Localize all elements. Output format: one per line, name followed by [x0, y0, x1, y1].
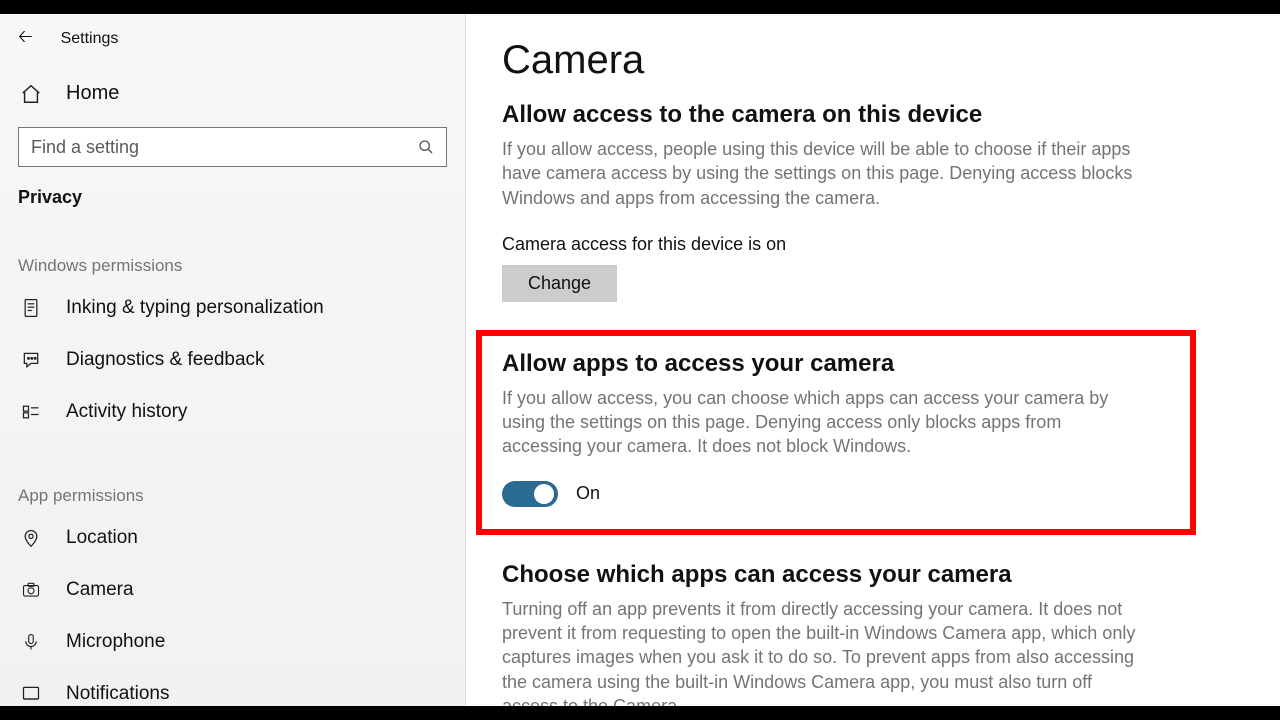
search-input[interactable] — [31, 137, 418, 158]
search-container — [0, 119, 465, 167]
group-windows-permissions: Windows permissions — [0, 208, 465, 282]
home-icon — [20, 83, 42, 105]
letterbox-top — [0, 0, 1280, 14]
back-arrow-icon[interactable]: 🡠 — [18, 24, 33, 54]
nav-item-label: Inking & typing personalization — [66, 297, 324, 319]
search-box[interactable] — [18, 127, 447, 167]
section3-body: Turning off an app prevents it from dire… — [502, 597, 1142, 706]
search-icon — [418, 139, 434, 155]
location-icon — [20, 527, 42, 549]
change-button[interactable]: Change — [502, 265, 617, 302]
category-label: Privacy — [0, 167, 465, 208]
microphone-icon — [20, 631, 42, 653]
history-icon — [20, 401, 42, 423]
sidebar: 🡠 Settings Home Privacy Windows permissi… — [0, 14, 466, 706]
settings-window: 🡠 Settings Home Privacy Windows permissi… — [0, 14, 1280, 706]
toggle-state-label: On — [576, 483, 600, 504]
nav-microphone[interactable]: Microphone — [0, 616, 465, 668]
page-title: Camera — [502, 38, 1250, 83]
nav-item-label: Diagnostics & feedback — [66, 349, 265, 371]
section2-body: If you allow access, you can choose whic… — [502, 386, 1142, 459]
window-title: Settings — [61, 30, 119, 48]
main-content: Camera Allow access to the camera on thi… — [466, 14, 1280, 706]
toggle-knob — [534, 484, 554, 504]
document-icon — [20, 297, 42, 319]
nav-notifications[interactable]: Notifications — [0, 668, 465, 720]
section1-heading: Allow access to the camera on this devic… — [502, 101, 1250, 129]
nav-diagnostics-feedback[interactable]: Diagnostics & feedback — [0, 334, 465, 386]
notifications-icon — [20, 683, 42, 705]
section3-heading: Choose which apps can access your camera — [502, 561, 1182, 589]
titlebar: 🡠 Settings — [0, 20, 465, 68]
highlight-annotation: Allow apps to access your camera If you … — [476, 330, 1196, 535]
section3: Choose which apps can access your camera… — [502, 561, 1182, 706]
nav-item-label: Activity history — [66, 401, 187, 423]
group-app-permissions: App permissions — [0, 438, 465, 512]
nav-item-label: Camera — [66, 579, 134, 601]
camera-access-status: Camera access for this device is on — [502, 234, 1250, 255]
allow-apps-toggle-row: On — [502, 481, 1170, 507]
nav-home[interactable]: Home — [0, 68, 465, 119]
nav-item-label: Notifications — [66, 683, 170, 705]
nav-camera[interactable]: Camera — [0, 564, 465, 616]
camera-icon — [20, 579, 42, 601]
nav-location[interactable]: Location — [0, 512, 465, 564]
feedback-icon — [20, 349, 42, 371]
nav-home-label: Home — [66, 82, 119, 105]
section2-heading: Allow apps to access your camera — [502, 350, 1170, 378]
nav-item-label: Location — [66, 527, 138, 549]
nav-activity-history[interactable]: Activity history — [0, 386, 465, 438]
section1-body: If you allow access, people using this d… — [502, 137, 1142, 210]
nav-item-label: Microphone — [66, 631, 165, 653]
nav-inking-typing[interactable]: Inking & typing personalization — [0, 282, 465, 334]
allow-apps-toggle[interactable] — [502, 481, 558, 507]
